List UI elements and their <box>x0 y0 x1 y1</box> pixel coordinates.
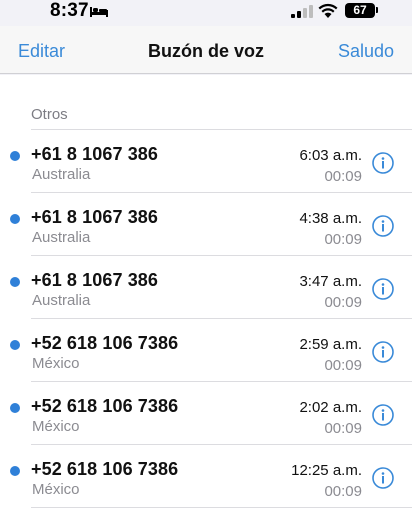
voicemail-row[interactable]: +52 618 106 7386 México 12:25 a.m. 00:09 <box>0 445 412 508</box>
bed-icon <box>90 7 108 17</box>
info-icon[interactable] <box>372 467 394 489</box>
caller-number: +61 8 1067 386 <box>31 207 159 227</box>
voicemail-row[interactable]: +61 8 1067 386 Australia 3:47 a.m. 00:09 <box>0 256 412 319</box>
voicemail-row[interactable]: +52 618 106 7386 México 2:02 a.m. 00:09 <box>0 382 412 445</box>
voicemail-duration: 00:09 <box>324 357 362 374</box>
caller-number: +52 618 106 7386 <box>31 396 179 416</box>
wifi-icon <box>318 3 338 18</box>
unread-dot <box>10 403 20 413</box>
info-icon[interactable] <box>372 215 394 237</box>
status-time: 8:37 <box>50 0 89 21</box>
unread-dot <box>10 277 20 287</box>
divider <box>31 507 412 508</box>
navigation-bar: Editar Buzón de voz Saludo <box>0 26 412 74</box>
battery-nub <box>376 7 378 13</box>
caller-country: México <box>32 418 80 435</box>
caller-country: México <box>32 481 80 498</box>
caller-number: +61 8 1067 386 <box>31 144 159 164</box>
unread-dot <box>10 214 20 224</box>
voicemail-list: Otros +61 8 1067 386 Australia 6:03 a.m.… <box>0 75 412 511</box>
voicemail-duration: 00:09 <box>324 231 362 248</box>
info-icon[interactable] <box>372 341 394 363</box>
unread-dot <box>10 340 20 350</box>
signal-icon <box>291 5 313 18</box>
caller-number: +52 618 106 7386 <box>31 333 179 353</box>
voicemail-duration: 00:09 <box>324 294 362 311</box>
voicemail-duration: 00:09 <box>324 168 362 185</box>
status-bar: 8:37 67 <box>0 0 412 26</box>
caller-country: Australia <box>32 166 91 183</box>
voicemail-time: 4:38 a.m. <box>299 210 362 227</box>
caller-country: México <box>32 355 80 372</box>
section-header: Otros <box>31 106 68 123</box>
greeting-button[interactable]: Saludo <box>338 41 394 62</box>
voicemail-row[interactable]: +52 618 106 7386 México 2:59 a.m. 00:09 <box>0 319 412 382</box>
info-icon[interactable] <box>372 404 394 426</box>
voicemail-row[interactable]: +61 8 1067 386 Australia 4:38 a.m. 00:09 <box>0 193 412 256</box>
caller-country: Australia <box>32 292 91 309</box>
info-icon[interactable] <box>372 152 394 174</box>
caller-country: Australia <box>32 229 91 246</box>
info-icon[interactable] <box>372 278 394 300</box>
caller-number: +61 8 1067 386 <box>31 270 159 290</box>
voicemail-duration: 00:09 <box>324 420 362 437</box>
voicemail-row[interactable]: +61 8 1067 386 Australia 6:03 a.m. 00:09 <box>0 130 412 193</box>
voicemail-duration: 00:09 <box>324 483 362 500</box>
voicemail-time: 12:25 a.m. <box>291 462 362 479</box>
voicemail-time: 2:02 a.m. <box>299 399 362 416</box>
voicemail-time: 6:03 a.m. <box>299 147 362 164</box>
unread-dot <box>10 151 20 161</box>
voicemail-time: 3:47 a.m. <box>299 273 362 290</box>
battery-level: 67 <box>353 3 367 17</box>
unread-dot <box>10 466 20 476</box>
caller-number: +52 618 106 7386 <box>31 459 179 479</box>
voicemail-time: 2:59 a.m. <box>299 336 362 353</box>
